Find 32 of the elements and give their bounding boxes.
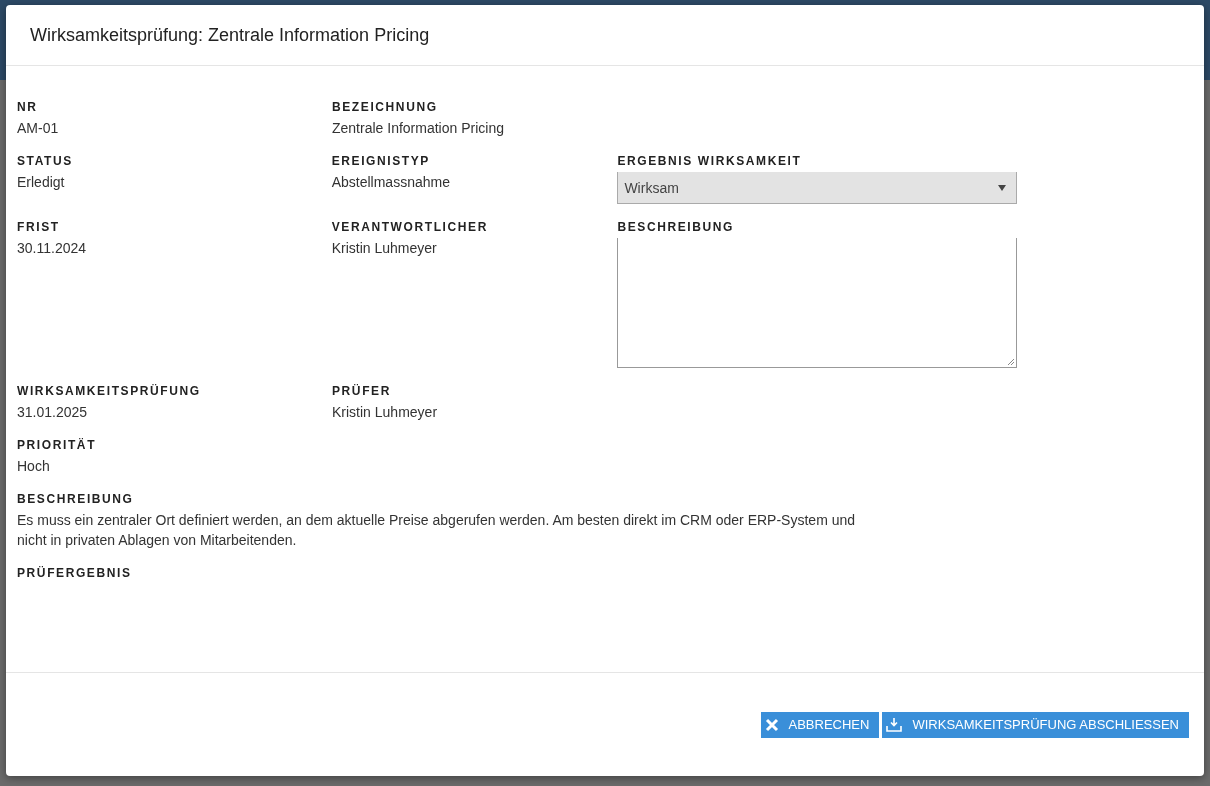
field-label: ERGEBNIS WIRKSAMKEIT xyxy=(617,154,803,168)
field-value: Es muss ein zentraler Ort definiert werden, an dem aktuelle Preise abgerufen werden. Am besten direkt im CRM oder ERP-System und nicht in privaten Ablagen von Mitarbeitenden. xyxy=(17,511,857,550)
submit-button[interactable]: WIRKSAMKEITSPRÜFUNG ABSCHLIESSEN xyxy=(882,711,1189,738)
field-value: 31.01.2025 xyxy=(17,403,89,422)
resize-grip-icon[interactable] xyxy=(1007,358,1015,366)
dialog-title: Wirksamkeitsprüfung: Zentrale Information Pricing xyxy=(30,24,430,46)
close-icon xyxy=(764,717,779,732)
description-input-field[interactable] xyxy=(617,238,1017,368)
download-icon xyxy=(886,717,903,732)
field-label: BEZEICHNUNG xyxy=(332,100,439,114)
field-label: PRIORITÄT xyxy=(17,438,98,452)
field-label: BESCHREIBUNG xyxy=(17,492,135,506)
field-value: Zentrale Information Pricing xyxy=(332,119,505,138)
field-value: Hoch xyxy=(17,457,51,476)
field-value: Abstellmassnahme xyxy=(331,173,451,192)
caret-icon xyxy=(998,184,1006,191)
field-label: PRÜFER xyxy=(332,384,392,398)
field-label: EREIGNISTYP xyxy=(331,154,431,168)
result-dropdown[interactable]: Wirksam xyxy=(617,172,1017,204)
field-label: PRÜFERGEBNIS xyxy=(17,566,133,580)
field-value: Kristin Luhmeyer xyxy=(331,239,438,258)
field-value: Erledigt xyxy=(17,173,66,192)
field-label: STATUS xyxy=(17,154,74,168)
field-value: 30.11.2024 xyxy=(17,239,88,258)
field-label: VERANTWORTLICHER xyxy=(331,220,489,234)
field-value: Kristin Luhmeyer xyxy=(332,403,439,422)
cancel-button[interactable]: ABBRECHEN xyxy=(760,711,880,738)
field-label: BESCHREIBUNG xyxy=(617,220,735,234)
field-label: NR xyxy=(17,100,39,114)
field-label: FRIST xyxy=(17,220,61,234)
field-label: WIRKSAMKEITSPRÜFUNG xyxy=(17,384,202,398)
field-value: AM-01 xyxy=(17,119,60,138)
